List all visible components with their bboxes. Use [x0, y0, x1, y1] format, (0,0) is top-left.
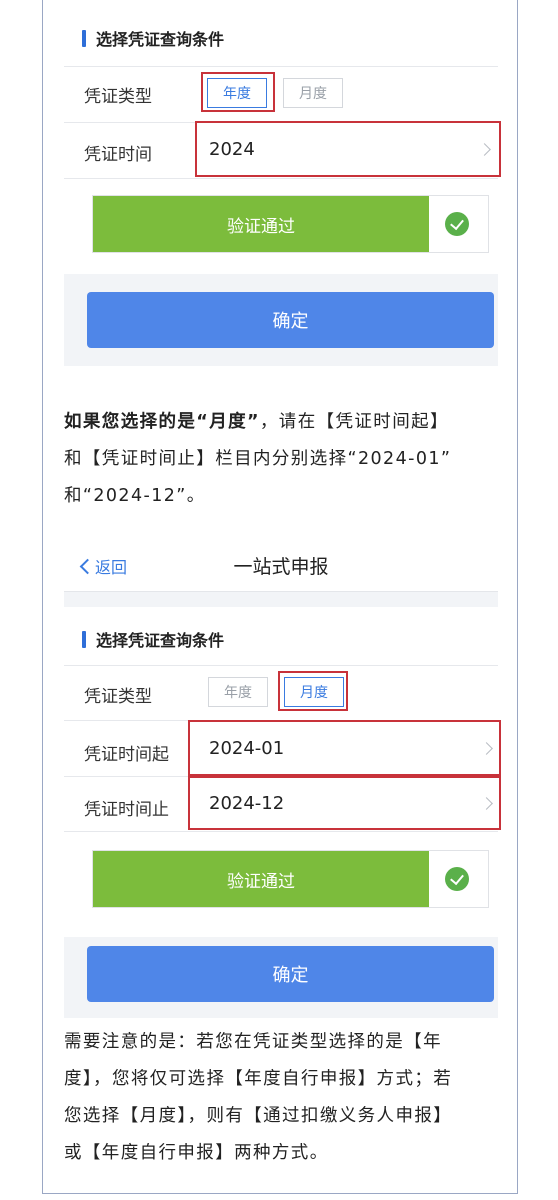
check-circle-icon — [445, 867, 469, 891]
instruction-line-1: 如果您选择的是“月度”，请在【凭证时间起】 — [64, 404, 508, 441]
verify-status: 验证通过 — [93, 851, 429, 907]
instruction-rest: ，请在【凭证时间起】 — [259, 412, 449, 432]
voucher-time-label: 凭证时间 — [84, 145, 152, 165]
query-conditions-card: 选择凭证查询条件 凭证类型 年度 月度 凭证时间 2024 验证通过 — [64, 0, 501, 274]
highlight-box — [201, 72, 275, 112]
voucher-type-label: 凭证类型 — [84, 687, 152, 707]
divider — [64, 178, 498, 179]
highlight-box — [278, 671, 348, 711]
confirm-button[interactable]: 确定 — [87, 292, 494, 348]
start-time-label: 凭证时间起 — [84, 745, 169, 765]
divider — [64, 831, 498, 832]
instruction-line-3: 和“2024-12”。 — [64, 486, 206, 506]
instruction-line-2: 和【凭证时间止】栏目内分别选择“2024-01” — [64, 449, 452, 469]
article-frame: 选择凭证查询条件 凭证类型 年度 月度 凭证时间 2024 验证通过 确定 如果… — [42, 0, 518, 1194]
note-line-2: 度】，您将仅可选择【年度自行申报】方式；若 — [64, 1069, 453, 1089]
verification-slider[interactable]: 验证通过 — [92, 850, 489, 908]
toggle-month[interactable]: 月度 — [283, 78, 343, 108]
end-time-label: 凭证时间止 — [84, 800, 169, 820]
divider — [64, 665, 498, 666]
instruction-paragraph: 如果您选择的是“月度”，请在【凭证时间起】 和【凭证时间止】栏目内分别选择“20… — [64, 404, 508, 515]
highlight-box — [188, 776, 501, 830]
section-accent-bar — [82, 29, 86, 47]
divider — [64, 66, 498, 67]
toggle-year[interactable]: 年度 — [208, 677, 268, 707]
note-paragraph: 需要注意的是：若您在凭证类型选择的是【年 度】，您将仅可选择【年度自行申报】方式… — [64, 1024, 508, 1172]
section-title: 选择凭证查询条件 — [96, 30, 225, 49]
section-header: 选择凭证查询条件 — [82, 627, 224, 651]
query-conditions-card: 选择凭证查询条件 凭证类型 年度 月度 凭证时间起 2024-01 凭证时间止 … — [64, 607, 501, 937]
instruction-bold: 如果您选择的是“月度” — [64, 412, 260, 432]
screenshot-year-selection: 选择凭证查询条件 凭证类型 年度 月度 凭证时间 2024 验证通过 确定 — [64, 0, 501, 366]
section-title: 选择凭证查询条件 — [96, 631, 225, 650]
page-title: 一站式申报 — [233, 556, 329, 578]
note-line-3: 您选择【月度】，则有【通过扣缴义务人申报】 — [64, 1106, 453, 1126]
verification-slider[interactable]: 验证通过 — [92, 195, 489, 253]
nav-bar: 返回 一站式申报 — [64, 522, 498, 592]
section-accent-bar — [82, 630, 86, 648]
screenshot-month-selection: 返回 一站式申报 选择凭证查询条件 凭证类型 年度 月度 凭证时间起 2024-… — [64, 522, 501, 1018]
section-header: 选择凭证查询条件 — [82, 26, 224, 50]
confirm-button[interactable]: 确定 — [87, 946, 494, 1002]
note-line-1: 需要注意的是：若您在凭证类型选择的是【年 — [64, 1032, 442, 1052]
voucher-type-label: 凭证类型 — [84, 87, 152, 107]
highlight-box — [195, 121, 501, 177]
note-line-4: 或【年度自行申报】两种方式。 — [64, 1143, 329, 1163]
highlight-box — [188, 720, 501, 776]
check-circle-icon — [445, 212, 469, 236]
verify-status: 验证通过 — [93, 196, 429, 252]
